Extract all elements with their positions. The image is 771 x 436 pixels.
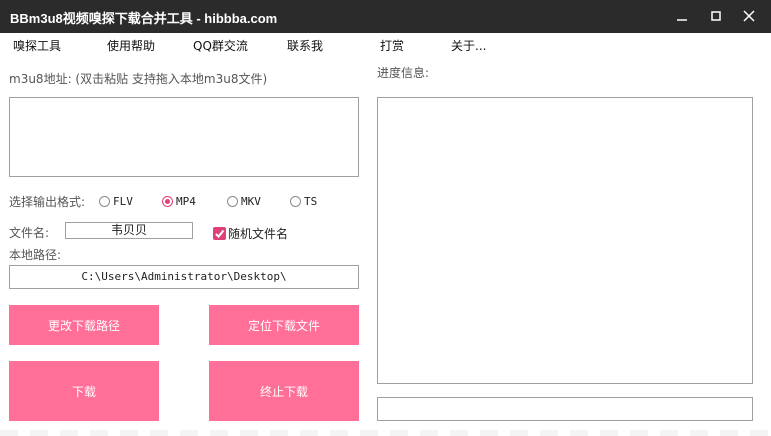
- m3u8-input[interactable]: [9, 97, 359, 177]
- m3u8-label: m3u8地址: (双击粘贴 支持拖入本地m3u8文件): [9, 72, 268, 86]
- radio-indicator: [99, 196, 110, 207]
- menu-bar: 嗅探工具 使用帮助 QQ群交流 联系我 打赏 关于...: [0, 33, 771, 55]
- format-label: 选择输出格式:: [9, 195, 86, 209]
- menu-about[interactable]: 关于...: [451, 37, 486, 54]
- window-title: BBm3u8视频嗅探下载合并工具 - hibbba.com: [10, 11, 278, 26]
- filename-input[interactable]: 韦贝贝: [65, 222, 193, 239]
- format-radio-flv[interactable]: FLV: [99, 195, 133, 208]
- maximize-button[interactable]: [700, 0, 734, 33]
- local-path-input[interactable]: C:\Users\Administrator\Desktop\: [9, 265, 359, 289]
- format-option-label: TS: [304, 195, 318, 208]
- progress-label: 进度信息:: [377, 66, 430, 80]
- close-icon: [743, 10, 755, 22]
- format-radio-mkv[interactable]: MKV: [227, 195, 261, 208]
- minimize-icon: [677, 19, 687, 21]
- format-option-label: MKV: [241, 195, 261, 208]
- format-option-label: MP4: [176, 195, 196, 208]
- checkbox-box: [213, 227, 226, 240]
- radio-indicator: [290, 196, 301, 207]
- title-bar: BBm3u8视频嗅探下载合并工具 - hibbba.com: [0, 0, 771, 33]
- locate-file-button[interactable]: 定位下载文件: [209, 305, 359, 345]
- maximize-icon: [711, 11, 721, 21]
- menu-sniff-tool[interactable]: 嗅探工具: [13, 37, 61, 54]
- menu-tip[interactable]: 打赏: [380, 37, 404, 54]
- radio-indicator: [227, 196, 238, 207]
- bottom-edge: [0, 430, 771, 436]
- radio-indicator-selected: [162, 196, 173, 207]
- change-path-button[interactable]: 更改下载路径: [9, 305, 159, 345]
- close-button[interactable]: [733, 0, 767, 33]
- format-radio-ts[interactable]: TS: [290, 195, 317, 208]
- checkmark-icon: [215, 229, 225, 238]
- menu-contact[interactable]: 联系我: [287, 37, 323, 54]
- filename-label: 文件名:: [9, 226, 50, 240]
- progress-log[interactable]: [377, 97, 753, 384]
- local-path-label: 本地路径:: [9, 248, 62, 262]
- stop-download-button[interactable]: 终止下载: [209, 361, 359, 421]
- random-filename-label: 随机文件名: [228, 227, 289, 241]
- menu-help[interactable]: 使用帮助: [107, 37, 155, 54]
- menu-qq-group[interactable]: QQ群交流: [193, 37, 248, 54]
- minimize-button[interactable]: [666, 0, 700, 33]
- format-radio-mp4[interactable]: MP4: [162, 195, 196, 208]
- download-button[interactable]: 下载: [9, 361, 159, 421]
- progress-status-field: [377, 397, 753, 421]
- format-option-label: FLV: [113, 195, 133, 208]
- random-filename-checkbox[interactable]: 随机文件名: [213, 225, 288, 242]
